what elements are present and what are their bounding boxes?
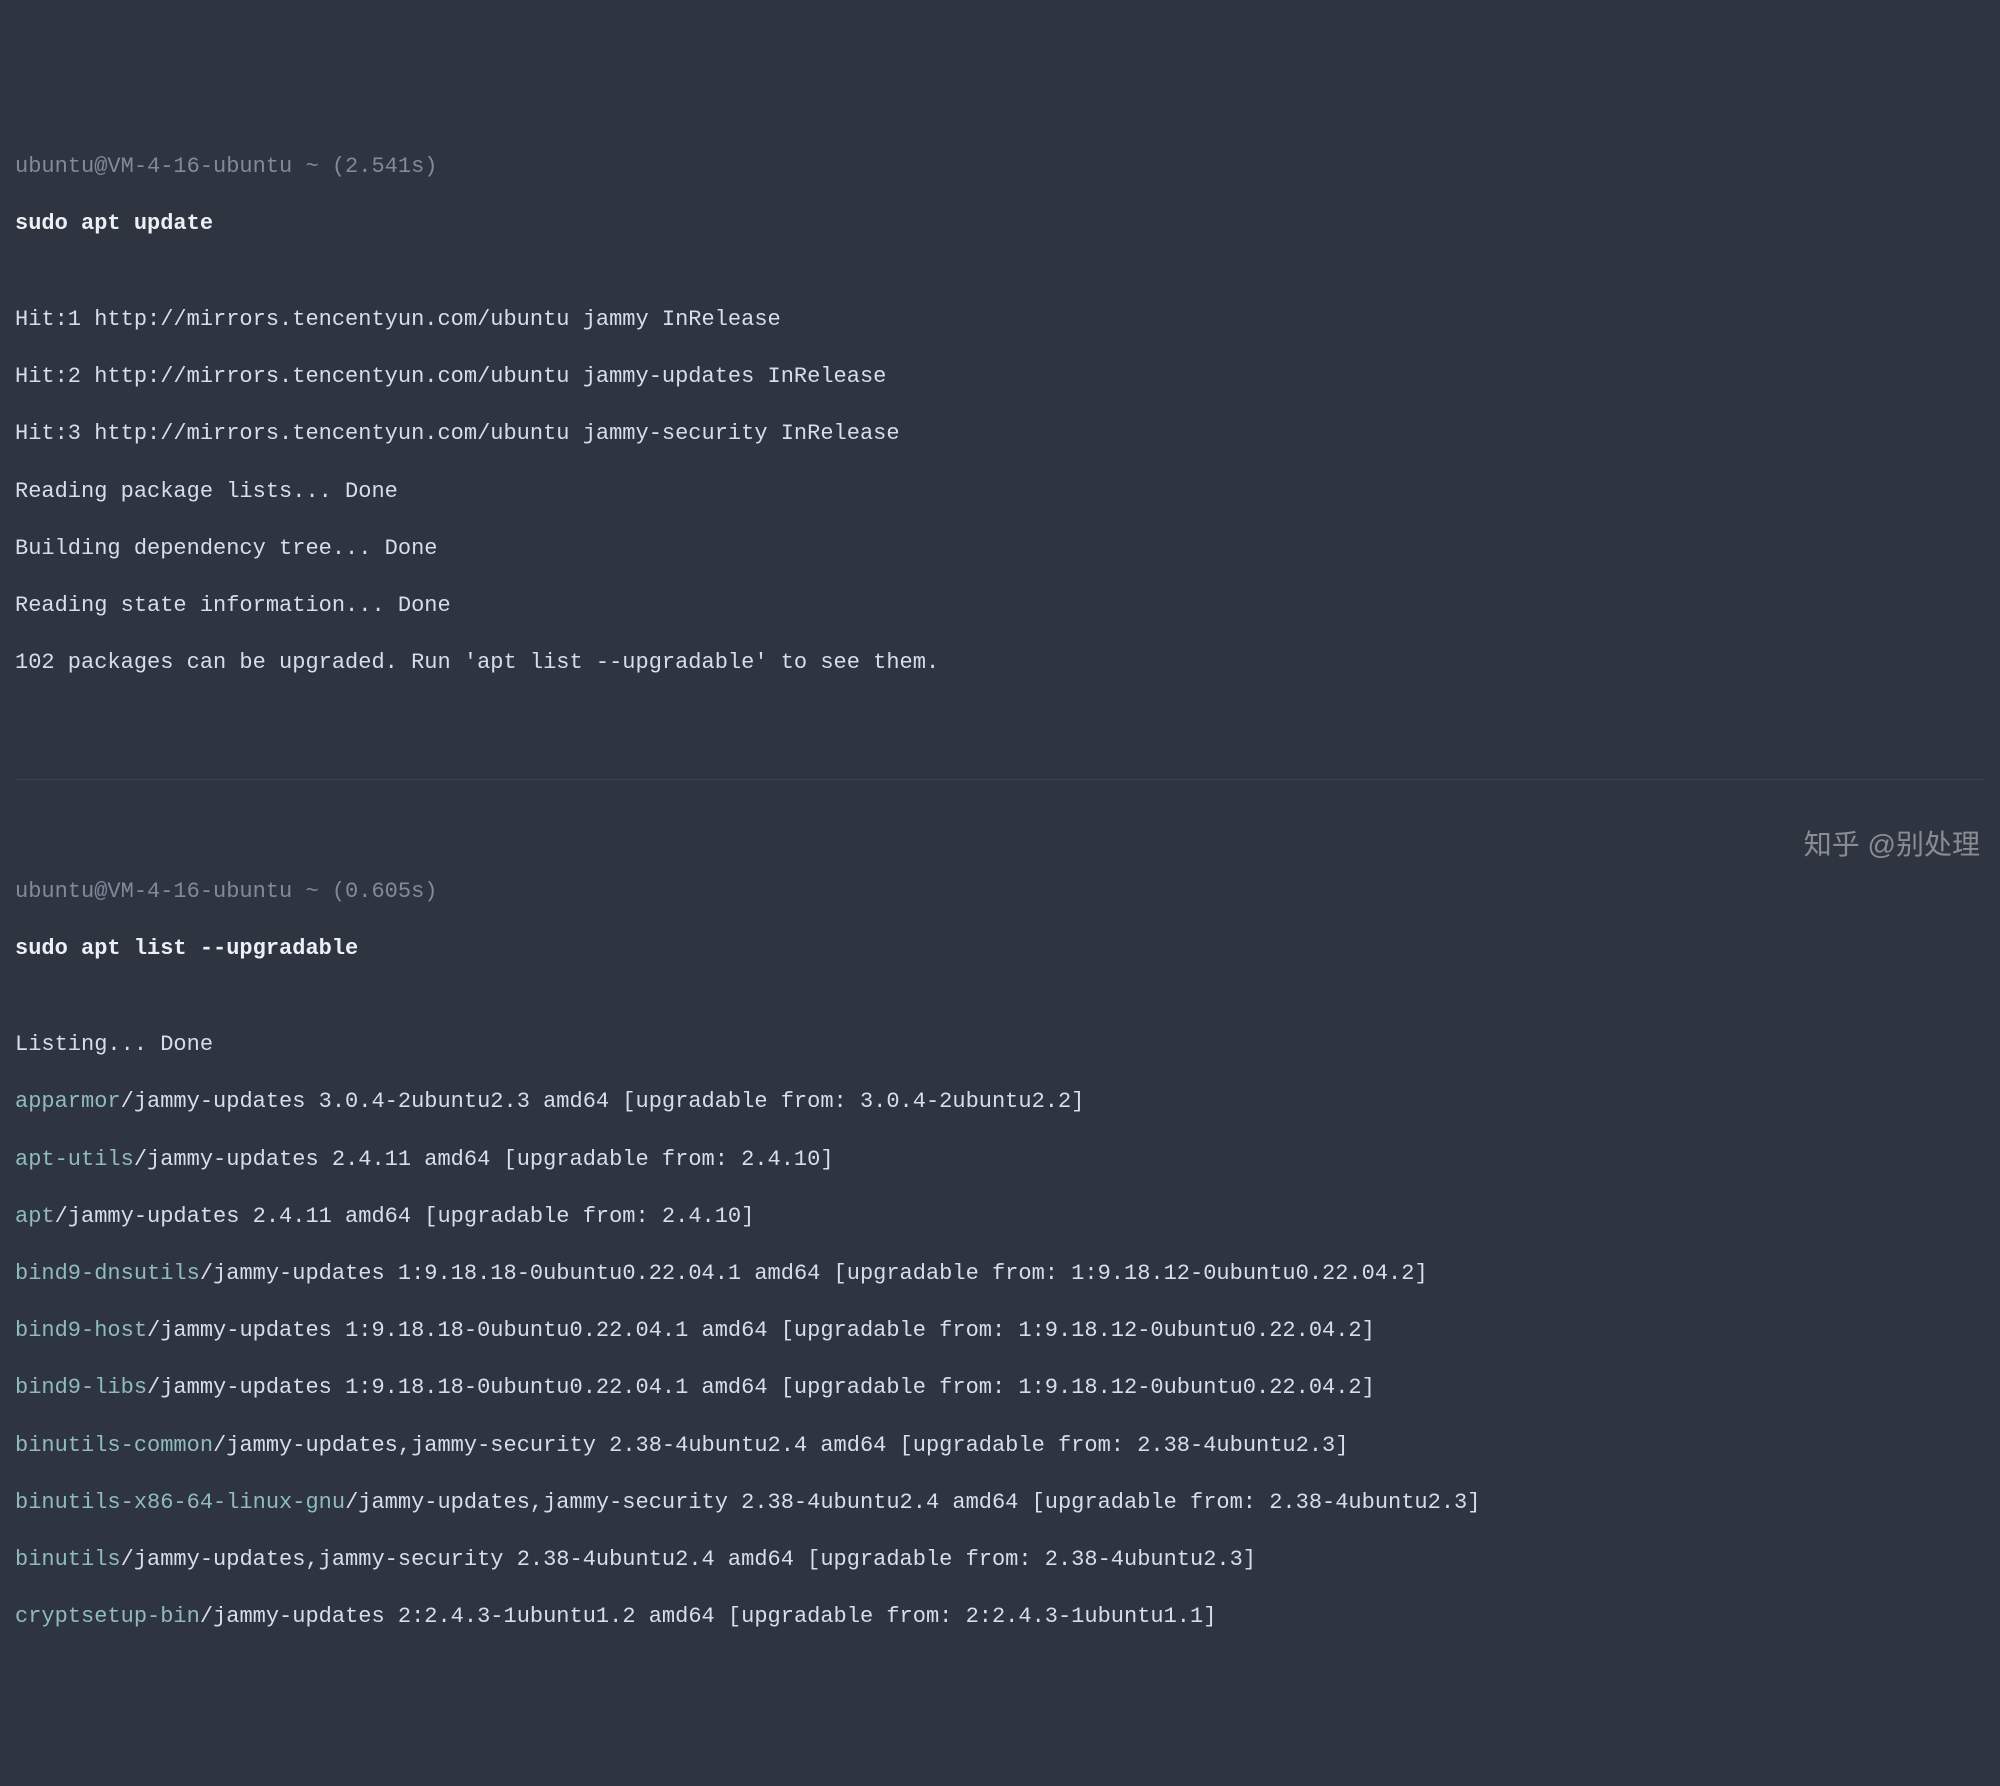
package-line: cryptsetup-bin/jammy-updates 2:2.4.3-1ub…: [15, 1603, 1985, 1632]
package-line: apparmor/jammy-updates 3.0.4-2ubuntu2.3 …: [15, 1088, 1985, 1117]
package-line: bind9-libs/jammy-updates 1:9.18.18-0ubun…: [15, 1374, 1985, 1403]
watermark: 知乎 @别处理: [1804, 827, 1980, 863]
package-rest: /jammy-updates 2:2.4.3-1ubuntu1.2 amd64 …: [200, 1604, 1217, 1629]
package-line: bind9-host/jammy-updates 1:9.18.18-0ubun…: [15, 1317, 1985, 1346]
command-text: sudo apt list --upgradable: [15, 935, 1985, 964]
output-line: Hit:2 http://mirrors.tencentyun.com/ubun…: [15, 363, 1985, 392]
package-rest: /jammy-updates 2.4.11 amd64 [upgradable …: [55, 1204, 755, 1229]
output-line: Reading package lists... Done: [15, 478, 1985, 507]
package-rest: /jammy-updates 3.0.4-2ubuntu2.3 amd64 [u…: [121, 1089, 1085, 1114]
package-rest: /jammy-updates,jammy-security 2.38-4ubun…: [121, 1547, 1256, 1572]
package-name: bind9-host: [15, 1318, 147, 1343]
package-name: cryptsetup-bin: [15, 1604, 200, 1629]
package-name: apt: [15, 1204, 55, 1229]
output-line: Hit:1 http://mirrors.tencentyun.com/ubun…: [15, 306, 1985, 335]
package-rest: /jammy-updates 1:9.18.18-0ubuntu0.22.04.…: [147, 1375, 1375, 1400]
package-rest: /jammy-updates 1:9.18.18-0ubuntu0.22.04.…: [147, 1318, 1375, 1343]
listing-header: Listing... Done: [15, 1031, 1985, 1060]
package-name: binutils-x86-64-linux-gnu: [15, 1490, 345, 1515]
output-line: Hit:3 http://mirrors.tencentyun.com/ubun…: [15, 420, 1985, 449]
output-line: Reading state information... Done: [15, 592, 1985, 621]
package-line: bind9-dnsutils/jammy-updates 1:9.18.18-0…: [15, 1260, 1985, 1289]
output-line: Building dependency tree... Done: [15, 535, 1985, 564]
package-name: apparmor: [15, 1089, 121, 1114]
separator: [15, 779, 1985, 780]
package-name: binutils: [15, 1547, 121, 1572]
package-name: binutils-common: [15, 1433, 213, 1458]
package-rest: /jammy-updates,jammy-security 2.38-4ubun…: [345, 1490, 1480, 1515]
package-line: apt-utils/jammy-updates 2.4.11 amd64 [up…: [15, 1146, 1985, 1175]
prompt-line: ubuntu@VM-4-16-ubuntu ~ (2.541s): [15, 153, 1985, 182]
package-rest: /jammy-updates,jammy-security 2.38-4ubun…: [213, 1433, 1348, 1458]
package-line: apt/jammy-updates 2.4.11 amd64 [upgradab…: [15, 1203, 1985, 1232]
package-line: binutils-common/jammy-updates,jammy-secu…: [15, 1432, 1985, 1461]
terminal-block-1: ubuntu@VM-4-16-ubuntu ~ (2.541s) sudo ap…: [15, 124, 1985, 706]
package-name: apt-utils: [15, 1147, 134, 1172]
command-text: sudo apt update: [15, 210, 1985, 239]
package-line: binutils/jammy-updates,jammy-security 2.…: [15, 1546, 1985, 1575]
package-line: binutils-x86-64-linux-gnu/jammy-updates,…: [15, 1489, 1985, 1518]
package-name: bind9-dnsutils: [15, 1261, 200, 1286]
terminal-block-2: ubuntu@VM-4-16-ubuntu ~ (0.605s) sudo ap…: [15, 850, 1985, 1661]
package-rest: /jammy-updates 2.4.11 amd64 [upgradable …: [134, 1147, 834, 1172]
package-rest: /jammy-updates 1:9.18.18-0ubuntu0.22.04.…: [200, 1261, 1428, 1286]
output-line: 102 packages can be upgraded. Run 'apt l…: [15, 649, 1985, 678]
package-name: bind9-libs: [15, 1375, 147, 1400]
